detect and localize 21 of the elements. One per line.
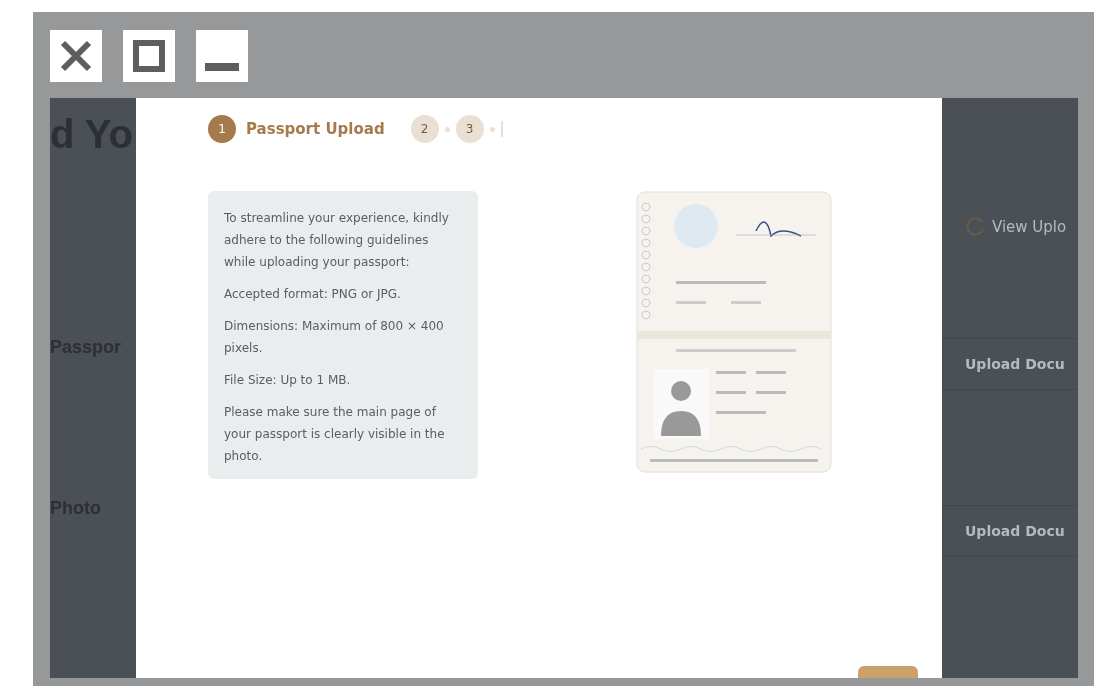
step-bar bbox=[500, 121, 503, 137]
maximize-button[interactable] bbox=[123, 30, 175, 82]
upload-button[interactable]: Upload Docu bbox=[942, 338, 1078, 390]
minimize-button[interactable] bbox=[196, 30, 248, 82]
close-icon bbox=[59, 39, 93, 73]
guideline-text: Dimensions: Maximum of 800 × 400 pixels. bbox=[224, 318, 445, 357]
close-button[interactable] bbox=[50, 30, 102, 82]
upload-button[interactable]: Upload Docu bbox=[942, 505, 1078, 557]
minimize-icon bbox=[205, 63, 239, 71]
guideline-text: File Size: Up to 1 MB. bbox=[224, 372, 352, 389]
guideline-text: Please make sure the main page of your passport is clearly visible in the photo. bbox=[224, 404, 446, 465]
step-number: 2 bbox=[410, 115, 439, 143]
refresh-icon bbox=[964, 216, 986, 238]
step-label: Passport Upload bbox=[246, 120, 385, 138]
step-number: 1 bbox=[208, 115, 236, 143]
guideline-text: Accepted format: PNG or JPG. bbox=[224, 286, 402, 303]
step-number: 3 bbox=[455, 115, 484, 143]
maximize-icon bbox=[132, 39, 166, 73]
guideline-text: To streamline your experience, kindly adhere to the following guidelines while uploading your passport: bbox=[224, 210, 450, 271]
step-dot bbox=[444, 126, 450, 132]
step-dot bbox=[489, 126, 495, 132]
